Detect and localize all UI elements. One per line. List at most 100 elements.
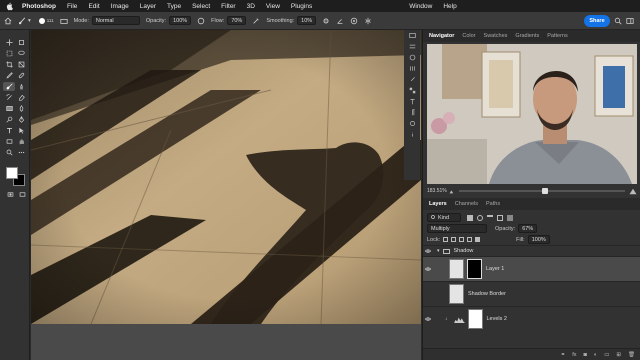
zoom-out-icon[interactable] xyxy=(449,188,455,194)
symmetry-icon[interactable] xyxy=(364,17,372,25)
eraser-tool-icon[interactable] xyxy=(15,93,27,102)
lasso-tool-icon[interactable] xyxy=(15,49,27,58)
gradient-tool-icon[interactable] xyxy=(3,104,15,113)
menu-type[interactable]: Type xyxy=(167,3,181,10)
app-name[interactable]: Photoshop xyxy=(22,3,56,10)
tab-navigator[interactable]: Navigator xyxy=(425,30,458,42)
libraries-panel-icon[interactable] xyxy=(404,63,420,74)
filter-smart-object-icon[interactable] xyxy=(507,214,513,221)
fill-input[interactable]: 100% xyxy=(527,235,550,244)
pressure-opacity-icon[interactable] xyxy=(197,17,205,25)
pressure-size-icon[interactable] xyxy=(350,17,358,25)
menu-edit[interactable]: Edit xyxy=(88,3,99,10)
tab-layers[interactable]: Layers xyxy=(425,198,451,210)
tab-paths[interactable]: Paths xyxy=(482,198,504,210)
gear-icon[interactable] xyxy=(322,17,330,25)
type-tool-icon[interactable] xyxy=(3,126,15,135)
layer-opacity-input[interactable]: 67% xyxy=(518,224,538,233)
tab-patterns[interactable]: Patterns xyxy=(543,30,571,42)
filter-pixel-icon[interactable] xyxy=(467,214,473,221)
add-mask-icon[interactable]: ◙ xyxy=(584,352,587,358)
layer-row-shadow-border[interactable]: Shadow Border xyxy=(423,281,640,306)
more-tools-icon[interactable] xyxy=(15,148,27,157)
menu-plugins[interactable]: Plugins xyxy=(291,3,312,10)
delete-layer-icon[interactable]: 🗑︎ xyxy=(628,352,635,358)
foreground-color-swatch[interactable] xyxy=(6,167,18,179)
lock-artboard-icon[interactable] xyxy=(467,237,473,242)
filter-kind-select[interactable]: Kind xyxy=(427,213,461,222)
menu-window[interactable]: Window xyxy=(409,3,432,10)
layer-row-layer-1[interactable]: Layer 1 xyxy=(423,256,640,281)
smoothing-input[interactable]: 10% xyxy=(297,16,317,25)
brush-settings-button[interactable] xyxy=(60,17,68,25)
flow-input[interactable]: 70% xyxy=(227,16,247,25)
info-panel-icon[interactable] xyxy=(404,129,420,140)
opacity-input[interactable]: 100% xyxy=(169,16,192,25)
swatches-panel-icon[interactable] xyxy=(404,85,420,96)
marquee-tool-icon[interactable] xyxy=(3,49,15,58)
brushes-panel-icon[interactable] xyxy=(404,74,420,85)
apple-icon[interactable] xyxy=(6,2,14,11)
eyedropper-tool-icon[interactable] xyxy=(3,71,15,80)
glyphs-panel-icon[interactable] xyxy=(404,118,420,129)
lock-all-icon[interactable] xyxy=(475,237,481,242)
lock-position-icon[interactable] xyxy=(459,237,465,242)
path-selection-icon[interactable] xyxy=(15,126,27,135)
adjustment-mask-thumbnail[interactable] xyxy=(467,309,483,329)
document-canvas[interactable] xyxy=(31,30,421,324)
menu-layer[interactable]: Layer xyxy=(140,3,156,10)
airbrush-icon[interactable] xyxy=(252,17,260,25)
zoom-value[interactable]: 183.51% xyxy=(427,188,449,194)
layer-thumbnail[interactable] xyxy=(449,259,464,279)
adjustments-panel-icon[interactable] xyxy=(404,52,420,63)
visibility-eye-icon[interactable] xyxy=(423,317,433,321)
paragraph-panel-icon[interactable] xyxy=(404,107,420,118)
new-layer-icon[interactable]: ⊞ xyxy=(616,352,621,358)
layer-row-levels-2[interactable]: ↓ Levels 2 xyxy=(423,306,640,331)
pen-tool-icon[interactable] xyxy=(15,115,27,124)
dodge-tool-icon[interactable] xyxy=(3,115,15,124)
move-tool-icon[interactable] xyxy=(3,38,15,47)
angle-icon[interactable] xyxy=(336,17,344,25)
menu-select[interactable]: Select xyxy=(192,3,210,10)
rectangle-tool-icon[interactable] xyxy=(3,137,15,146)
character-panel-icon[interactable] xyxy=(404,96,420,107)
blend-mode-select[interactable]: Multiply xyxy=(427,224,487,233)
link-layers-icon[interactable]: ⚭ xyxy=(561,352,566,358)
menu-help[interactable]: Help xyxy=(443,3,456,10)
layer-group-shadow[interactable]: ▾ Shadow xyxy=(423,245,640,256)
menu-filter[interactable]: Filter xyxy=(221,3,235,10)
share-button[interactable]: Share xyxy=(584,15,610,27)
workspace-icon[interactable] xyxy=(626,17,634,25)
clone-stamp-icon[interactable] xyxy=(15,82,27,91)
history-brush-icon[interactable] xyxy=(3,93,15,102)
hand-tool-icon[interactable] xyxy=(15,137,27,146)
screen-mode-icon[interactable] xyxy=(16,190,28,199)
visibility-eye-icon[interactable] xyxy=(423,249,433,253)
tab-channels[interactable]: Channels xyxy=(451,198,482,210)
visibility-eye-icon[interactable] xyxy=(423,267,433,271)
lock-pixels-icon[interactable] xyxy=(451,237,457,242)
tab-swatches[interactable]: Swatches xyxy=(480,30,512,42)
crop-tool-icon[interactable] xyxy=(3,60,15,69)
tab-color[interactable]: Color xyxy=(458,30,479,42)
zoom-slider[interactable] xyxy=(459,188,625,194)
fx-icon[interactable]: fx xyxy=(572,352,576,358)
home-icon[interactable] xyxy=(4,17,12,25)
layer-thumbnail[interactable] xyxy=(449,284,464,304)
history-panel-icon[interactable] xyxy=(404,30,420,41)
brush-tool-icon[interactable] xyxy=(3,82,15,91)
zoom-in-icon[interactable] xyxy=(629,188,637,195)
zoom-tool-icon[interactable] xyxy=(3,148,15,157)
lock-transparent-icon[interactable] xyxy=(443,237,449,242)
mode-select[interactable]: Normal xyxy=(91,16,140,25)
quick-mask-icon[interactable] xyxy=(4,190,16,199)
menu-3d[interactable]: 3D xyxy=(247,3,255,10)
new-adjustment-icon[interactable]: ◐ xyxy=(594,352,597,358)
tab-gradients[interactable]: Gradients xyxy=(511,30,543,42)
navigator-preview[interactable] xyxy=(427,44,637,184)
brush-tool-preset[interactable]: ▾ xyxy=(18,17,31,25)
layer-mask-thumbnail[interactable] xyxy=(467,259,482,279)
blur-tool-icon[interactable] xyxy=(15,104,27,113)
zoom-slider-knob[interactable] xyxy=(542,188,549,194)
